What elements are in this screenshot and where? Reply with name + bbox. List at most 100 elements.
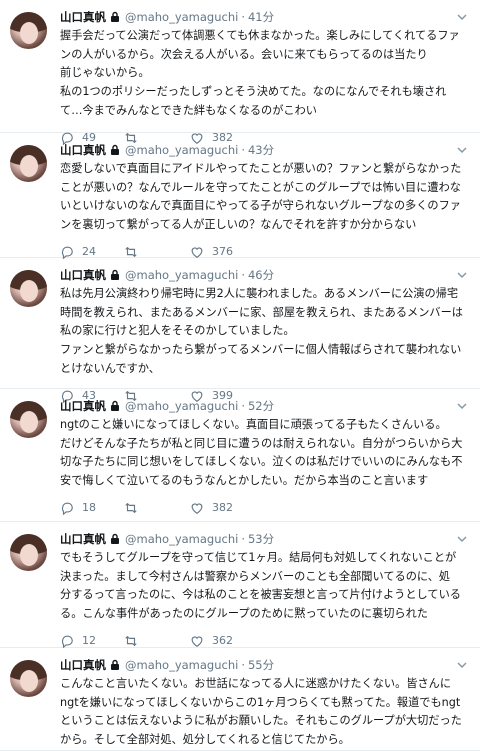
- tweet-text-line: 握手会だって公演だって体調悪くても休まなかった。楽しみにしてくれてるファ: [60, 29, 460, 42]
- chevron-down-icon[interactable]: [456, 266, 468, 279]
- reply-count: 12: [82, 634, 96, 648]
- chevron-down-icon[interactable]: [456, 397, 468, 410]
- tweet-text: 握手会だって公演だって体調悪くても休まなかった。楽しみにしてくれてるファ ンの人が…: [60, 27, 472, 121]
- tweet-text-line: ngtのこと嫌いになってほしくない。真面目に頑張ってる子もたくさんいる。: [60, 418, 447, 431]
- tweet-text-line: ンを裏切って繋がってる人が正しいの？なんでそれを許すか分からない: [60, 218, 417, 232]
- username[interactable]: @maho_yamaguchi: [125, 399, 238, 413]
- display-name[interactable]: 山口真帆: [60, 531, 106, 547]
- tweet-header: 山口真帆 @maho_yamaguchi · 46分: [60, 266, 274, 284]
- chevron-down-icon[interactable]: [456, 656, 468, 669]
- tweet-text-line: とけないんですか、: [60, 361, 160, 375]
- reply-icon: [60, 501, 82, 515]
- display-name[interactable]: 山口真帆: [60, 142, 106, 158]
- tweet-text-line: いといけないのなんで真面目にやってる子が守られないグループなの多くのファ: [60, 199, 461, 213]
- tweet-text-line: る。こんな事件があったのにグループのために黙っていたのに裏切られた: [60, 607, 428, 621]
- timestamp[interactable]: 53分: [248, 531, 274, 547]
- tweet-text: こんなこと言いたくない。お世話になってる人に迷惑かけたくない。皆さんに ngtを嫌…: [60, 675, 472, 750]
- username[interactable]: @maho_yamaguchi: [125, 10, 238, 24]
- tweet[interactable]: 山口真帆 @maho_yamaguchi · 53分 でもそうしてグループを守っ…: [0, 522, 480, 648]
- avatar[interactable]: [10, 401, 47, 438]
- tweet-text-line: 私の1つのポリシーだったしずっとそう決めてた。なのになんでそれも壊され: [60, 85, 447, 99]
- timestamp[interactable]: 41分: [248, 9, 274, 25]
- reply-icon: [60, 245, 82, 259]
- separator-dot: ·: [241, 10, 245, 24]
- lock-icon: [109, 269, 121, 281]
- username[interactable]: @maho_yamaguchi: [125, 532, 238, 546]
- display-name[interactable]: 山口真帆: [60, 267, 106, 283]
- tweet-text-line: ことが悪いの？なんでルールを守ってたことがこのグループでは怖い目に遭わな: [60, 180, 461, 194]
- chevron-down-icon[interactable]: [456, 530, 468, 543]
- heart-icon: [190, 634, 212, 648]
- tweet-text-line: 安で悔しくて泣いてるのもうなんとかしたい。だから本当のこと言います: [60, 474, 429, 488]
- separator-dot: ·: [241, 399, 245, 413]
- tweet-text-line: て…今までみんなとできた絆もなくなるのがこわい: [60, 103, 317, 117]
- tweet-text-line: でもそうしてグループを守って信じて1ヶ月。結局何も対処してくれないことが: [60, 551, 457, 564]
- retweet-button[interactable]: [124, 245, 146, 259]
- tweet-text: 私は先月公演終わり帰宅時に男2人に襲われました。あるメンバーに公演の帰宅 時間を教…: [60, 285, 472, 379]
- reply-count: 24: [82, 245, 96, 259]
- avatar[interactable]: [10, 145, 47, 182]
- lock-icon: [109, 533, 121, 545]
- lock-icon: [109, 659, 121, 671]
- tweet[interactable]: 山口真帆 @maho_yamaguchi · 55分 こんなこと言いたくない。お…: [0, 648, 480, 751]
- timestamp[interactable]: 46分: [248, 267, 274, 283]
- reply-button[interactable]: 24: [60, 245, 96, 259]
- reply-button[interactable]: 18: [60, 501, 96, 515]
- tweet-text-line: 私は先月公演終わり帰宅時に男2人に襲われました。あるメンバーに公演の帰宅: [60, 287, 459, 300]
- retweet-icon: [124, 634, 146, 648]
- username[interactable]: @maho_yamaguchi: [125, 658, 238, 672]
- like-button[interactable]: 376: [190, 245, 233, 259]
- separator-dot: ·: [241, 658, 245, 672]
- chevron-down-icon[interactable]: [456, 8, 468, 21]
- tweet-text: ngtのこと嫌いになってほしくない。真面目に頑張ってる子もたくさんいる。 だけどそ…: [60, 416, 472, 491]
- timestamp[interactable]: 55分: [248, 657, 274, 673]
- avatar[interactable]: [10, 660, 47, 697]
- retweet-icon: [124, 245, 146, 259]
- tweet-text-line: 切な子たちに同じ想いをしてほしくない。泣くのは私だけでいいのにみんなも不: [60, 455, 463, 469]
- retweet-icon: [124, 501, 146, 515]
- heart-icon: [190, 501, 212, 515]
- tweet-header: 山口真帆 @maho_yamaguchi · 52分: [60, 397, 274, 415]
- username[interactable]: @maho_yamaguchi: [125, 143, 238, 157]
- lock-icon: [109, 11, 121, 23]
- tweet[interactable]: 山口真帆 @maho_yamaguchi · 52分 ngtのこと嫌いになってほ…: [0, 389, 480, 522]
- tweet-header: 山口真帆 @maho_yamaguchi · 53分: [60, 530, 274, 548]
- tweet-text-line: 私の家に行けと犯人をそそのかしていました。: [60, 324, 295, 338]
- reply-icon: [60, 634, 82, 648]
- heart-icon: [190, 245, 212, 259]
- tweet[interactable]: 山口真帆 @maho_yamaguchi · 46分 私は先月公演終わり帰宅時に…: [0, 258, 480, 403]
- display-name[interactable]: 山口真帆: [60, 9, 106, 25]
- retweet-button[interactable]: [124, 634, 146, 648]
- tweet-text-line: 決まった。まして今村さんは警察からメンバーのことも全部聞いてるのに、処: [60, 569, 451, 583]
- timestamp[interactable]: 43分: [248, 142, 274, 158]
- username[interactable]: @maho_yamaguchi: [125, 268, 238, 282]
- display-name[interactable]: 山口真帆: [60, 398, 106, 414]
- timestamp[interactable]: 52分: [248, 398, 274, 414]
- tweet[interactable]: 山口真帆 @maho_yamaguchi · 43分 恋愛しないで真面目にアイド…: [0, 133, 480, 259]
- tweet-text-line: こんなこと言いたくない。お世話になってる人に迷惑かけたくない。皆さんに: [60, 677, 452, 690]
- tweet-text-line: 時間を教えられ、またあるメンバーに家、部屋を教えられ、またあるメンバーは: [60, 305, 463, 319]
- tweet-text: でもそうしてグループを守って信じて1ヶ月。結局何も対処してくれないことが 決まった…: [60, 549, 472, 624]
- avatar[interactable]: [10, 12, 47, 49]
- display-name[interactable]: 山口真帆: [60, 657, 106, 673]
- retweet-button[interactable]: [124, 501, 146, 515]
- like-button[interactable]: 362: [190, 634, 233, 648]
- tweet-header: 山口真帆 @maho_yamaguchi · 41分: [60, 8, 274, 26]
- avatar[interactable]: [10, 270, 47, 307]
- like-button[interactable]: 382: [190, 501, 233, 515]
- tweet-text-line: ということは伝えないように私がお願いした。それもこのグループが大切だった: [60, 714, 462, 728]
- tweet-text-line: ngtを嫌いになってほしくないからこの1ヶ月つらくても黙ってた。報道でもngt: [60, 695, 461, 709]
- tweet[interactable]: 山口真帆 @maho_yamaguchi · 41分 握手会だって公演だって体調…: [0, 0, 480, 145]
- lock-icon: [109, 144, 121, 156]
- tweet-header: 山口真帆 @maho_yamaguchi · 55分: [60, 656, 274, 674]
- chevron-down-icon[interactable]: [456, 141, 468, 154]
- separator-dot: ·: [241, 268, 245, 282]
- tweet-text-line: 前じゃないから。: [60, 66, 150, 80]
- like-count: 376: [212, 245, 233, 259]
- tweet-text-line: から。そして全部対処、処分してくれると信じてたから。: [60, 733, 350, 747]
- separator-dot: ·: [241, 143, 245, 157]
- reply-button[interactable]: 12: [60, 634, 96, 648]
- tweet-actions: 18 382: [60, 501, 390, 517]
- tweet-text-line: 恋愛しないで真面目にアイドルやってたことが悪いの？ファンと繋がらなかった: [60, 162, 462, 175]
- avatar[interactable]: [10, 534, 47, 571]
